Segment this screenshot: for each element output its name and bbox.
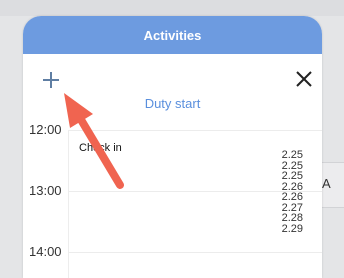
value-item: 2.28 (281, 212, 303, 224)
hour-label: 13:00 (29, 183, 62, 198)
timeline-divider (68, 130, 69, 278)
close-icon (296, 71, 312, 87)
value-item: 2.29 (281, 222, 303, 235)
modal-header: Activities (23, 16, 322, 54)
modal-title: Activities (143, 27, 202, 43)
duty-start-subtitle: Duty start (144, 96, 201, 111)
background-header-band (0, 0, 344, 16)
values-list: 2.25 2.25 2.25 2.26 2.26 2.27 2.28 2.29 (263, 150, 303, 234)
add-activity-button[interactable] (39, 68, 63, 92)
check-in-event[interactable]: Check in (79, 142, 122, 154)
background-partial-text: A (322, 176, 331, 191)
hour-label: 14:00 (29, 244, 62, 259)
plus-icon (43, 72, 59, 88)
hour-gridline (69, 130, 322, 131)
value-item: 2.25 (281, 149, 303, 161)
hour-label: 12:00 (29, 122, 62, 137)
value-item: 2.25 (281, 170, 303, 182)
value-item: 2.26 (281, 191, 303, 203)
close-button[interactable] (293, 68, 315, 90)
activities-modal: Activities Duty start 12:00 13:00 14:00 … (23, 16, 322, 278)
hour-gridline (69, 252, 322, 253)
